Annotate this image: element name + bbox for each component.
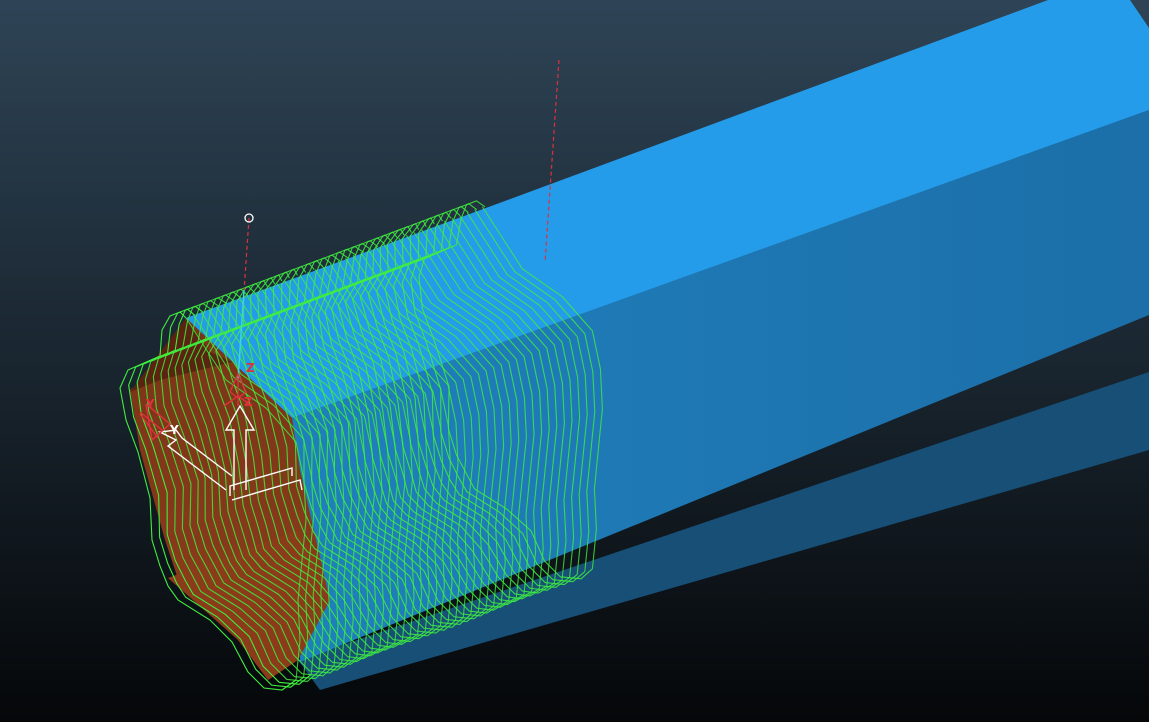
- workplane-triad-y-red-label: Y: [145, 397, 155, 411]
- workplane-triad-y-label: Y: [169, 423, 179, 437]
- tool-triad-z2-label: Z: [244, 395, 253, 409]
- 3d-viewport[interactable]: Z Z Y Y: [0, 0, 1149, 722]
- scene-canvas[interactable]: Z Z Y Y: [0, 0, 1149, 722]
- tool-triad-z-label: Z: [246, 361, 255, 375]
